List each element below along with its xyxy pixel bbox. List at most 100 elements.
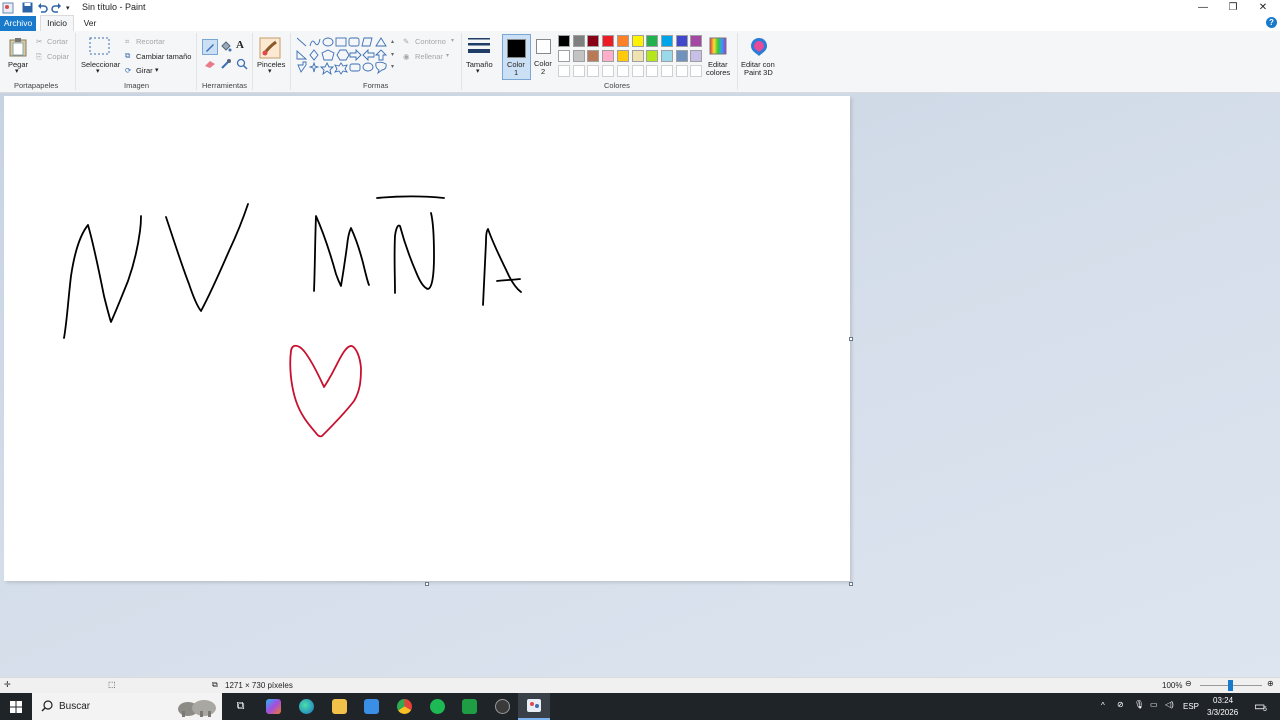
zoom-in-button[interactable]: ⊕: [1267, 679, 1274, 688]
tab-home[interactable]: Inicio: [40, 15, 74, 31]
select-button[interactable]: Seleccionar: [81, 60, 120, 69]
shapes-scroll-up-icon[interactable]: ▴: [391, 38, 394, 45]
palette-color-swatch[interactable]: [631, 35, 644, 47]
resize-handle-right[interactable]: [849, 337, 853, 341]
text-tool-icon[interactable]: A: [236, 39, 244, 51]
copilot-icon[interactable]: [266, 699, 281, 714]
color-picker-icon[interactable]: [220, 58, 232, 73]
customize-quick-access-icon[interactable]: ▾: [66, 1, 70, 14]
palette-color-swatch[interactable]: [646, 35, 659, 47]
palette-color-swatch[interactable]: [616, 65, 629, 77]
paint-taskbar-button[interactable]: [518, 693, 550, 720]
palette-color-swatch[interactable]: [616, 50, 629, 62]
zoom-slider-thumb[interactable]: [1228, 680, 1233, 691]
edit-colors-line2[interactable]: colores: [706, 68, 730, 77]
palette-color-swatch[interactable]: [558, 50, 570, 62]
file-explorer-icon[interactable]: [332, 699, 347, 714]
help-icon[interactable]: ?: [1266, 17, 1277, 28]
palette-color-swatch[interactable]: [616, 35, 629, 47]
windows-start-icon[interactable]: [10, 701, 22, 716]
palette-color-swatch[interactable]: [602, 50, 615, 62]
fill-dropdown-icon[interactable]: ▾: [446, 52, 449, 59]
clock-date[interactable]: 3/3/2026: [1207, 708, 1238, 717]
battery-icon[interactable]: ▭: [1150, 700, 1158, 709]
pencil-tool-icon[interactable]: [202, 39, 218, 55]
outline-button[interactable]: Contorno: [415, 37, 446, 46]
palette-color-swatch[interactable]: [660, 65, 673, 77]
copy-button[interactable]: Copiar: [47, 52, 69, 61]
fill-tool-icon[interactable]: [220, 40, 232, 55]
crop-button[interactable]: Recortar: [136, 37, 165, 46]
outline-dropdown-icon[interactable]: ▾: [451, 37, 454, 44]
maximize-button[interactable]: ❐: [1218, 0, 1248, 15]
palette-color-swatch[interactable]: [690, 65, 703, 77]
palette-color-swatch[interactable]: [587, 35, 600, 47]
tab-file[interactable]: Archivo: [0, 16, 36, 31]
shapes-more-icon[interactable]: ▾: [391, 63, 394, 70]
palette-color-swatch[interactable]: [572, 50, 585, 62]
size-dropdown-icon[interactable]: ▾: [476, 67, 480, 75]
palette-color-swatch[interactable]: [660, 50, 673, 62]
rotate-dropdown-icon[interactable]: ▾: [155, 66, 159, 74]
microsoft-store-icon[interactable]: [364, 699, 379, 714]
eraser-tool-icon[interactable]: [204, 59, 216, 72]
tab-view[interactable]: Ver: [78, 16, 102, 31]
rotate-button[interactable]: Girar: [136, 66, 153, 75]
edit-colors-icon[interactable]: [709, 37, 727, 58]
palette-color-swatch[interactable]: [558, 65, 570, 77]
palette-color-swatch[interactable]: [660, 35, 673, 47]
palette-color-swatch[interactable]: [690, 35, 703, 47]
paint3d-icon[interactable]: [750, 37, 768, 60]
palette-color-swatch[interactable]: [587, 65, 600, 77]
spotify-icon[interactable]: [430, 699, 445, 714]
select-dropdown-icon[interactable]: ▾: [96, 67, 100, 75]
palette-color-swatch[interactable]: [572, 35, 585, 47]
taskbar-search-box[interactable]: Buscar: [32, 693, 222, 720]
minimize-button[interactable]: —: [1188, 0, 1218, 15]
palette-color-swatch[interactable]: [675, 50, 688, 62]
paste-dropdown-icon[interactable]: ▾: [15, 67, 19, 75]
color2-button[interactable]: Color 2: [531, 34, 558, 78]
language-indicator[interactable]: ESP: [1183, 702, 1199, 711]
palette-color-swatch[interactable]: [675, 65, 688, 77]
magnifier-icon[interactable]: [236, 58, 248, 73]
select-icon[interactable]: [89, 37, 110, 58]
sheets-app-icon[interactable]: [462, 699, 477, 714]
palette-color-swatch[interactable]: [587, 50, 600, 62]
close-button[interactable]: ✕: [1248, 0, 1278, 15]
drawing-canvas[interactable]: [4, 96, 850, 581]
shapes-scroll-down-icon[interactable]: ▾: [391, 51, 394, 58]
redo-icon[interactable]: [51, 1, 62, 14]
palette-color-swatch[interactable]: [631, 65, 644, 77]
fill-button[interactable]: Rellenar: [415, 52, 443, 61]
palette-color-swatch[interactable]: [558, 35, 570, 47]
palette-color-swatch[interactable]: [646, 50, 659, 62]
chrome-icon[interactable]: [397, 699, 412, 714]
save-icon[interactable]: [22, 1, 33, 14]
microphone-icon[interactable]: 🎙: [1134, 700, 1144, 709]
volume-icon[interactable]: ◁): [1165, 700, 1174, 709]
edge-icon[interactable]: [299, 699, 314, 714]
network-status-icon[interactable]: ⊘: [1117, 700, 1124, 709]
palette-color-swatch[interactable]: [675, 35, 688, 47]
cut-button[interactable]: Cortar: [47, 37, 68, 46]
resize-handle-corner[interactable]: [849, 582, 853, 586]
brushes-icon[interactable]: [259, 37, 281, 62]
undo-icon[interactable]: [37, 1, 48, 14]
shapes-gallery[interactable]: [296, 37, 394, 77]
brushes-dropdown-icon[interactable]: ▾: [268, 67, 272, 75]
size-icon[interactable]: [468, 38, 490, 57]
color1-button[interactable]: Color 1: [502, 34, 531, 80]
clock-time[interactable]: 03:24: [1213, 696, 1233, 705]
palette-color-swatch[interactable]: [572, 65, 585, 77]
obs-icon[interactable]: [495, 699, 510, 714]
zoom-out-button[interactable]: ⊖: [1185, 679, 1192, 688]
paint3d-line2[interactable]: Paint 3D: [744, 68, 773, 77]
palette-color-swatch[interactable]: [631, 50, 644, 62]
palette-color-swatch[interactable]: [602, 35, 615, 47]
resize-handle-bottom[interactable]: [425, 582, 429, 586]
task-view-icon[interactable]: ⧉: [233, 699, 248, 714]
resize-button[interactable]: Cambiar tamaño: [136, 52, 191, 61]
paste-icon[interactable]: [9, 37, 27, 60]
show-hidden-icons[interactable]: ^: [1101, 701, 1105, 710]
